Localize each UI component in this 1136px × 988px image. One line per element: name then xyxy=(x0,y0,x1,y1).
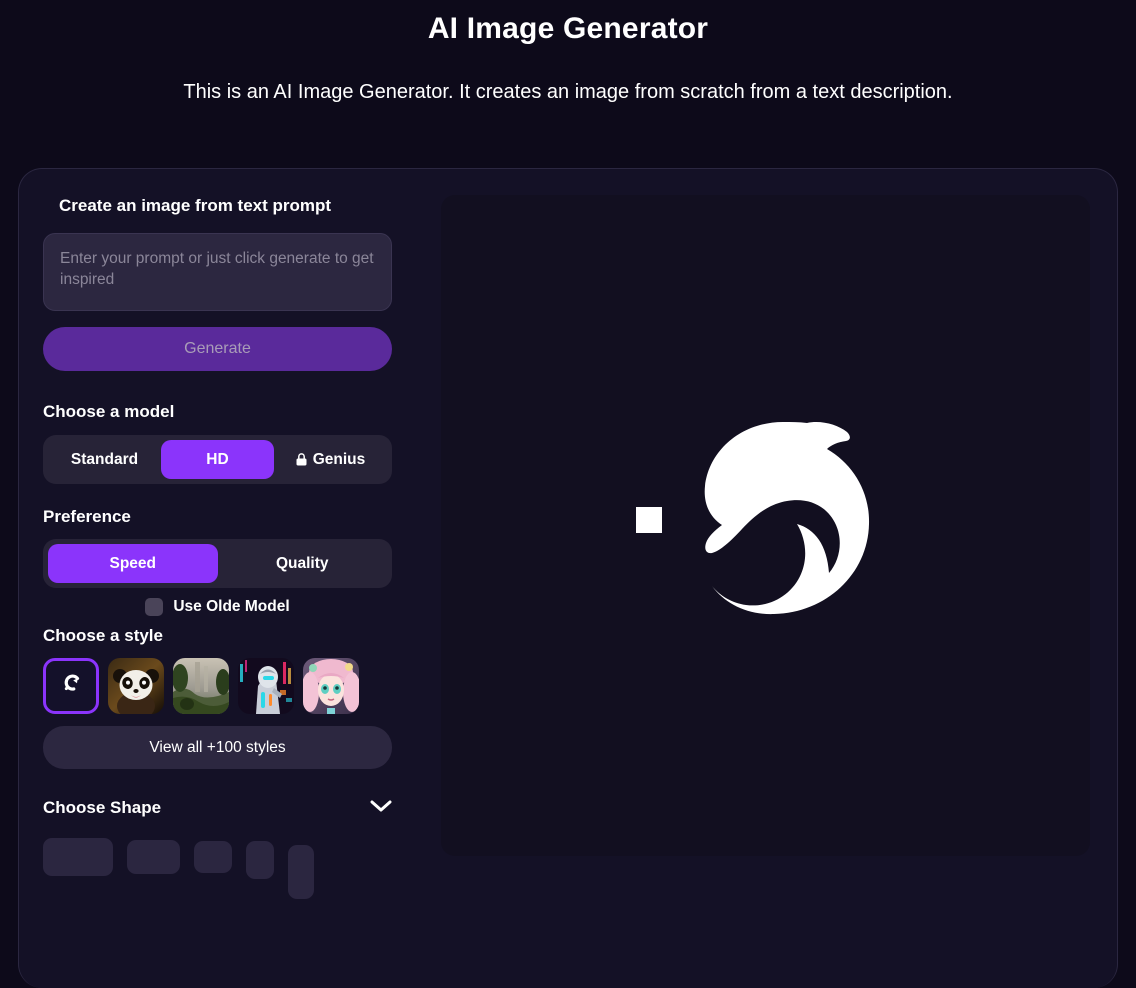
style-tile-no-style[interactable] xyxy=(43,658,99,714)
use-olde-model-checkbox[interactable] xyxy=(145,598,164,616)
shape-option-landscape[interactable] xyxy=(127,840,180,874)
choose-shape-header[interactable]: Choose Shape xyxy=(43,797,392,819)
generate-button[interactable]: Generate xyxy=(43,327,392,371)
prompt-heading: Create an image from text prompt xyxy=(59,196,332,215)
model-heading: Choose a model xyxy=(43,402,175,421)
shape-option-square[interactable] xyxy=(194,841,232,873)
swirl-icon xyxy=(58,671,84,702)
preview-column xyxy=(417,195,1093,988)
card-inner: Create an image from text prompt Generat… xyxy=(19,169,1117,988)
model-option-hd[interactable]: HD xyxy=(161,440,274,479)
3d-panda-thumbnail xyxy=(108,658,164,714)
model-option-genius[interactable]: Genius xyxy=(274,440,387,479)
style-tiles xyxy=(43,658,392,714)
model-segmented-control: Standard HD Genius xyxy=(43,435,392,484)
model-option-standard[interactable]: Standard xyxy=(48,440,161,479)
page-subtitle: This is an AI Image Generator. It create… xyxy=(183,81,953,103)
preference-option-quality-label: Quality xyxy=(275,554,329,572)
view-all-styles-button[interactable]: View all +100 styles xyxy=(43,726,392,769)
page-header: AI Image Generator This is an AI Image G… xyxy=(0,0,1136,105)
use-olde-model-label: Use Olde Model xyxy=(173,598,290,615)
preference-option-speed-label: Speed xyxy=(109,554,156,572)
olde-model-row: Use Olde Model xyxy=(43,598,392,616)
model-option-genius-label: Genius xyxy=(312,450,366,468)
shape-heading: Choose Shape xyxy=(43,798,162,817)
shape-option-portrait-tall[interactable] xyxy=(288,845,314,899)
model-option-hd-label: HD xyxy=(206,450,229,468)
landscape-thumbnail xyxy=(173,658,229,714)
generator-card: Create an image from text prompt Generat… xyxy=(18,168,1118,988)
preference-option-quality[interactable]: Quality xyxy=(218,544,388,583)
anime-portrait-thumbnail xyxy=(303,658,359,714)
style-tile-cyberpunk-robot[interactable] xyxy=(238,658,294,714)
preference-option-speed[interactable]: Speed xyxy=(48,544,218,583)
style-tile-3d-panda[interactable] xyxy=(108,658,164,714)
page-title: AI Image Generator xyxy=(427,12,709,45)
preference-heading: Preference xyxy=(43,507,131,526)
model-option-standard-label: Standard xyxy=(70,450,139,468)
cyberpunk-robot-thumbnail xyxy=(238,658,294,714)
style-tile-anime-portrait[interactable] xyxy=(303,658,359,714)
controls-column: Create an image from text prompt Generat… xyxy=(43,195,417,988)
prompt-input[interactable] xyxy=(43,233,392,311)
preference-segmented-control: Speed Quality xyxy=(43,539,392,588)
logo-stack xyxy=(635,419,874,620)
shape-options xyxy=(43,838,392,899)
shape-option-landscape-wide[interactable] xyxy=(43,838,113,876)
style-heading: Choose a style xyxy=(43,626,163,645)
dolphin-logo xyxy=(679,419,874,620)
logo-square xyxy=(635,506,662,533)
style-tile-landscape[interactable] xyxy=(173,658,229,714)
lock-icon xyxy=(296,453,307,466)
chevron-down-icon[interactable] xyxy=(370,799,392,818)
shape-option-portrait[interactable] xyxy=(246,841,274,879)
image-preview-panel[interactable] xyxy=(441,195,1090,856)
